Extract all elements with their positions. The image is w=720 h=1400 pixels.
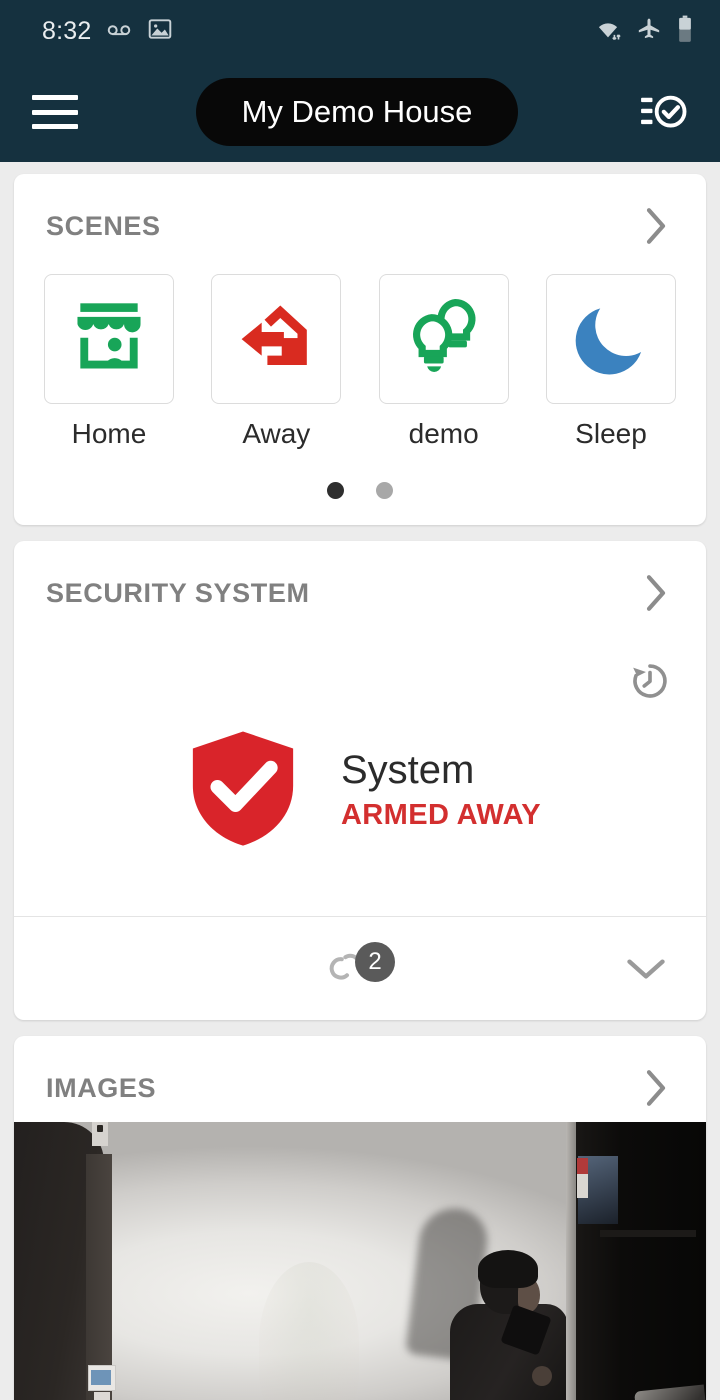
security-header: SECURITY SYSTEM: [14, 541, 706, 627]
pagination-dot-2[interactable]: [376, 482, 393, 499]
page-title: My Demo House: [241, 94, 473, 129]
two-lightbulbs-icon: [401, 294, 487, 385]
images-more-chevron-right-icon[interactable]: [634, 1066, 678, 1110]
camera-person: [446, 1250, 574, 1400]
scenes-list: Home Away demo Sleep: [14, 260, 706, 450]
menu-bar-2: [32, 109, 78, 115]
camera-left-door-edge: [86, 1154, 112, 1400]
status-bar-right: [594, 15, 694, 48]
pagination-dot-1[interactable]: [327, 482, 344, 499]
menu-icon[interactable]: [32, 95, 78, 129]
security-footer: 2: [14, 916, 706, 1020]
airplane-mode-icon: [636, 16, 662, 47]
status-bar-clock: 8:32: [42, 16, 92, 45]
scene-label: Home: [71, 418, 147, 449]
scene-label: Sleep: [575, 418, 647, 449]
scene-item-home[interactable]: Home: [44, 274, 174, 450]
person-hand: [532, 1366, 552, 1386]
scene-label: Away: [242, 418, 311, 449]
scene-item-sleep[interactable]: Sleep: [545, 274, 676, 450]
camera-wall-plate-dot: [97, 1125, 103, 1132]
security-title: SECURITY SYSTEM: [46, 577, 310, 608]
security-system-card: SECURITY SYSTEM System ARMED AWAY 2: [14, 541, 706, 1020]
scene-item-away[interactable]: Away: [211, 274, 342, 450]
menu-bar-3: [32, 124, 78, 129]
history-icon[interactable]: [624, 655, 676, 707]
camera-wall-panel-screen: [91, 1370, 111, 1385]
status-badge: 2: [355, 941, 395, 982]
camera-background-shelf: [600, 1230, 696, 1237]
security-text: System ARMED AWAY: [341, 749, 541, 831]
security-state-badge: ARMED AWAY: [340, 798, 542, 831]
status-bar: 8:32: [0, 0, 720, 62]
storefront-person-icon: [66, 294, 152, 385]
scene-tile: [545, 274, 676, 404]
camera-wall-panel-base: [94, 1392, 110, 1400]
house-exit-arrow-icon: [233, 294, 319, 385]
checklist-check-icon[interactable]: [636, 84, 692, 140]
scroll-content[interactable]: SCENES Home Away demo Sleep SECURITY SYS…: [0, 162, 720, 1400]
status-bar-left: 8:32: [42, 15, 173, 48]
photo-icon: [147, 16, 173, 47]
scene-label: demo: [408, 418, 479, 449]
camera-snapshot[interactable]: [14, 1122, 706, 1400]
unlink-status-button[interactable]: 2: [325, 941, 395, 995]
security-more-chevron-right-icon[interactable]: [634, 571, 678, 615]
crescent-moon-icon: [568, 294, 654, 385]
images-card: IMAGES: [14, 1036, 706, 1400]
images-title: IMAGES: [46, 1072, 157, 1103]
scenes-header: SCENES: [14, 174, 706, 260]
scene-tile: [44, 274, 174, 404]
scene-item-demo[interactable]: demo: [378, 274, 509, 450]
shield-check-icon: [179, 723, 307, 858]
security-status[interactable]: System ARMED AWAY: [14, 627, 706, 876]
house-title-pill[interactable]: My Demo House: [195, 78, 519, 146]
camera-background-strip-accent: [577, 1158, 588, 1174]
security-body: System ARMED AWAY: [14, 627, 706, 916]
scenes-more-chevron-right-icon[interactable]: [634, 204, 678, 248]
app-bar: My Demo House: [0, 62, 720, 162]
person-hair: [478, 1250, 538, 1288]
wifi-data-icon: [594, 15, 622, 48]
scene-tile: [211, 274, 342, 404]
voicemail-icon: [105, 15, 133, 48]
scenes-pagination: [14, 450, 706, 525]
scenes-title: SCENES: [46, 210, 161, 241]
menu-bar-1: [32, 95, 78, 100]
expand-chevron-down-icon[interactable]: [620, 943, 672, 995]
images-header: IMAGES: [14, 1036, 706, 1122]
security-device-name: System: [340, 748, 475, 793]
battery-icon: [676, 15, 694, 48]
scenes-card: SCENES Home Away demo Sleep: [14, 174, 706, 525]
scene-tile: [378, 274, 509, 404]
